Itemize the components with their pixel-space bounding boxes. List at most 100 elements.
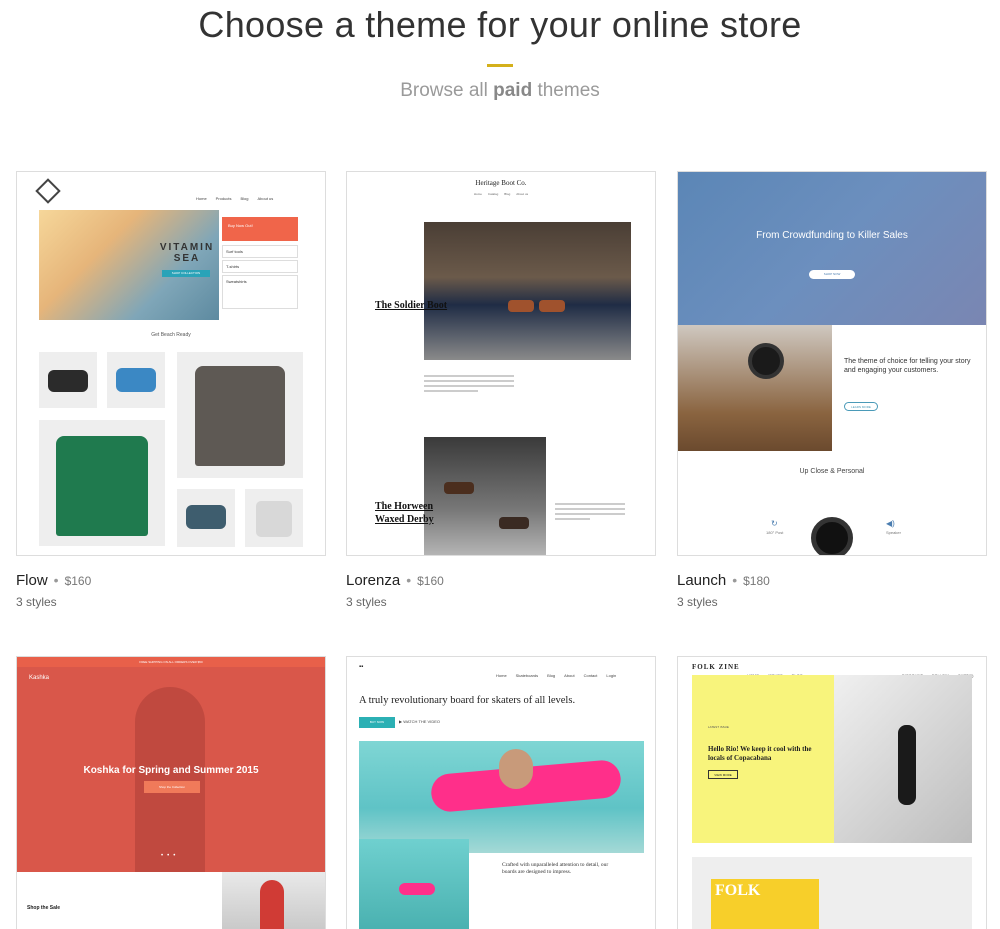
watch-video-label: WATCH THE VIDEO (403, 719, 441, 724)
theme-price: $160 (417, 574, 444, 588)
rotate-icon: ↻ (771, 519, 778, 528)
dancer-photo (834, 675, 972, 843)
title-underline (487, 64, 513, 67)
subtitle-text: Browse all (400, 80, 494, 101)
theme-styles-count: 3 styles (346, 595, 387, 609)
theme-preview-launch[interactable]: From Crowdfunding to Killer Sales SHOP N… (677, 171, 987, 556)
promo-banner: FREE SHIPPING ON ALL ORDERS OVER $50 (17, 657, 325, 667)
nav-item: About us (516, 192, 529, 196)
theme-meta: Flow • $160 3 styles (16, 572, 326, 609)
nav-item: Login (606, 673, 617, 678)
learn-more-button: LEARN MORE (844, 402, 878, 411)
boot-photo (424, 222, 631, 360)
subtitle-bold: paid (493, 80, 533, 101)
preview-nav: Home Skateboards Blog About Contact Login (487, 664, 616, 682)
heading-line: Waxed Derby (375, 514, 434, 525)
hero-image (359, 741, 644, 853)
preview-nav: Home Catalog Blog About us (347, 192, 655, 196)
hero-headline: A truly revolutionary board for skaters … (359, 695, 576, 706)
page-subtitle: Browse all paid themes (0, 80, 1000, 102)
side-item: Surf tools (222, 245, 298, 258)
theme-styles-count: 3 styles (677, 595, 718, 609)
feature-headline: Hello Rio! We keep it cool with the loca… (708, 745, 812, 762)
separator-dot: • (732, 572, 738, 588)
page-header: Choose a theme for your online store Bro… (0, 0, 1000, 102)
camera-photo (678, 325, 832, 451)
theme-price: $180 (743, 574, 770, 588)
theme-card-flow[interactable]: Home Products Blog About us VITAMIN SEA SHO… (16, 171, 326, 609)
hero-title: VITAMIN SEA (159, 242, 215, 264)
feature-label: Speaker (886, 530, 901, 535)
theme-meta: Lorenza • $160 3 styles (346, 572, 656, 609)
body-copy (424, 372, 514, 395)
separator-dot: • (406, 572, 412, 588)
nav-item: Catalog (487, 192, 499, 196)
nav-item: Blog (240, 196, 249, 201)
product-tile (39, 352, 97, 408)
feature-heading-2: The Horween Waxed Derby (375, 500, 434, 526)
nav-item: Home (473, 192, 482, 196)
theme-name[interactable]: Lorenza (346, 572, 400, 589)
theme-preview-lorenza[interactable]: Heritage Boot Co. Home Catalog Blog About u… (346, 171, 656, 556)
watch-video-link[interactable]: ▶ WATCH THE VIDEO (399, 719, 440, 724)
skater-photo (359, 839, 469, 929)
body-copy (555, 500, 625, 523)
carousel-dots[interactable]: ••• (161, 853, 179, 859)
subtitle-text-end: themes (532, 80, 600, 101)
side-panel-list: Surf tools T-shirts Sweatshirts (222, 245, 298, 309)
hero-image (39, 210, 219, 320)
section-title: Shop the Sale (27, 905, 61, 911)
section-title: Up Close & Personal (799, 468, 865, 475)
side-panel-head: Buy Now Out! (222, 217, 298, 241)
theme-card-launch[interactable]: From Crowdfunding to Killer Sales SHOP N… (677, 171, 987, 609)
magazine-cover: FOLK (711, 879, 819, 929)
hero-image (678, 172, 986, 325)
kicker: LATEST ISSUE (708, 725, 729, 729)
product-tile (245, 489, 303, 547)
feature-heading: The Soldier Boot (375, 300, 448, 311)
hero-title: From Crowdfunding to Killer Sales (756, 230, 908, 241)
hero-button: SHOP NOW (809, 270, 855, 279)
preview-brand: Kashka (29, 675, 50, 681)
side-item: T-shirts (222, 260, 298, 273)
theme-preview-board[interactable]: ▪▪ Home Skateboards Blog About Contact Login … (346, 656, 656, 929)
nav-item: Skateboards (515, 673, 539, 678)
tagline: The theme of choice for telling your sto… (844, 358, 971, 374)
theme-card-lorenza[interactable]: Heritage Boot Co. Home Catalog Blog About u… (346, 171, 656, 609)
view-more-button[interactable]: VIEW MORE (708, 770, 738, 779)
nav-item: Home (196, 196, 207, 201)
logo-icon: ▪▪ (359, 664, 364, 670)
feature-copy: Crafted with unparalleled attention to d… (502, 862, 609, 875)
theme-name[interactable]: Flow (16, 572, 48, 589)
heading-line: The Horween (375, 501, 434, 512)
nav-item: Home (496, 673, 507, 678)
hero-button: SHOP COLLECTION (162, 270, 210, 277)
theme-card-kashka[interactable]: FREE SHIPPING ON ALL ORDERS OVER $50 Kas… (16, 656, 326, 929)
product-tile (39, 420, 165, 546)
preview-brand: FOLK ZINE (692, 663, 740, 671)
theme-preview-folkzine[interactable]: FOLK ZINE HOMEISSUESBLOG DISCOUNTFOLLOWC… (677, 656, 987, 929)
theme-card-board[interactable]: ▪▪ Home Skateboards Blog About Contact Login … (346, 656, 656, 929)
speaker-icon: ◀) (886, 519, 895, 528)
page-title: Choose a theme for your online store (198, 4, 802, 45)
hero-title: Koshka for Spring and Summer 2015 (83, 765, 259, 776)
theme-name[interactable]: Launch (677, 572, 726, 589)
section-caption: Get Beach Ready (151, 332, 191, 338)
preview-nav: Home Products Blog About us (187, 187, 273, 205)
camera-product (811, 517, 853, 555)
model-photo (222, 872, 325, 929)
buy-now-button[interactable]: BUY NOW (359, 717, 395, 728)
nav-item: About us (257, 196, 274, 201)
side-item: Sweatshirts (222, 275, 298, 309)
theme-meta: Launch • $180 3 styles (677, 572, 987, 609)
theme-styles-count: 3 styles (16, 595, 57, 609)
nav-item: About (564, 673, 575, 678)
theme-price: $160 (64, 574, 92, 588)
theme-preview-flow[interactable]: Home Products Blog About us VITAMIN SEA SHO… (16, 171, 326, 556)
theme-preview-kashka[interactable]: FREE SHIPPING ON ALL ORDERS OVER $50 Kas… (16, 656, 326, 929)
nav-item: Blog (504, 192, 511, 196)
logo-icon (35, 178, 61, 204)
preview-brand: Heritage Boot Co. (475, 179, 527, 187)
nav-item: Blog (547, 673, 556, 678)
theme-card-folkzine[interactable]: FOLK ZINE HOMEISSUESBLOG DISCOUNTFOLLOWC… (677, 656, 987, 929)
